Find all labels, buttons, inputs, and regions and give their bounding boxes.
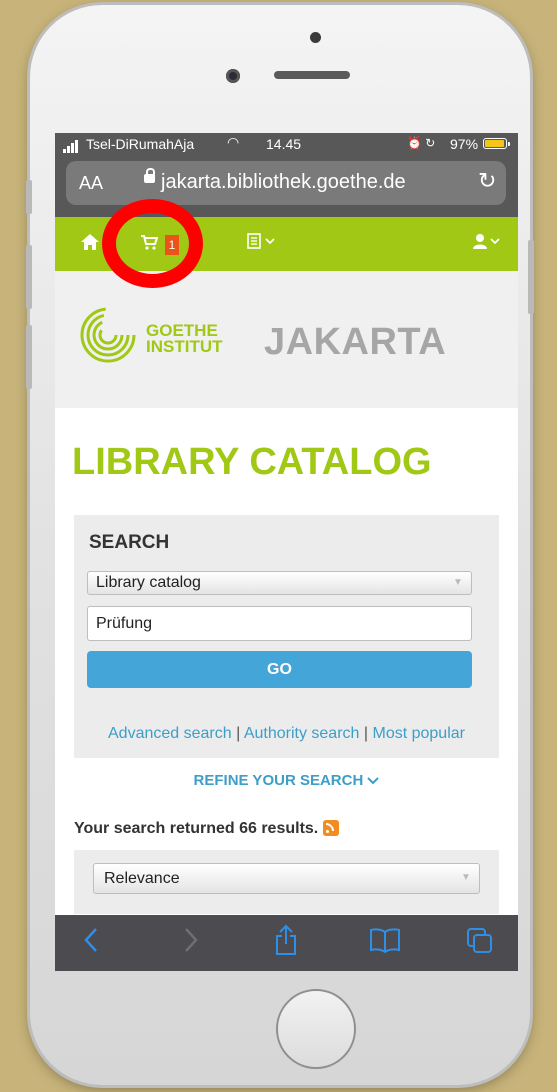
earpiece-speaker — [274, 71, 350, 79]
status-bar: Tsel-DiRumahAja ◠ 14.45 ⏰ ↻ 97% — [55, 133, 518, 155]
battery-percent: 97% — [450, 136, 479, 152]
back-icon[interactable] — [83, 927, 99, 958]
home-button[interactable] — [276, 989, 356, 1069]
sort-value: Relevance — [104, 870, 180, 887]
lists-menu[interactable] — [247, 233, 277, 254]
search-links: Advanced search | Authority search | Mos… — [74, 725, 499, 743]
results-summary: Your search returned 66 results. — [74, 820, 340, 838]
rotation-lock-icon: ↻ — [425, 136, 436, 150]
tabs-icon-shape — [467, 928, 492, 953]
rss-icon[interactable] — [323, 820, 340, 836]
city-name: JAKARTA — [264, 321, 447, 363]
forward-icon[interactable] — [183, 927, 199, 958]
logo-wordmark[interactable]: GOETHE INSTITUT — [146, 322, 223, 356]
forward-icon-shape — [185, 928, 198, 952]
site-header: GOETHE INSTITUT JAKARTA — [55, 271, 518, 408]
clock: 14.45 — [266, 136, 302, 152]
results-count-text: Your search returned 66 results. — [74, 820, 319, 837]
front-camera — [226, 69, 240, 83]
battery-icon — [483, 138, 510, 149]
chevron-down-icon — [367, 777, 380, 785]
most-popular-link[interactable]: Most popular — [372, 725, 465, 742]
page-title: LIBRARY CATALOG — [72, 441, 432, 483]
wifi-icon: ◠ — [227, 134, 240, 150]
refine-label: REFINE YOUR SEARCH — [193, 772, 364, 789]
alarm-icon: ⏰ — [407, 136, 422, 150]
sort-panel: Relevance ▼ — [74, 850, 499, 914]
home-icon-shape — [81, 234, 99, 250]
link-separator: | — [236, 725, 241, 742]
share-icon[interactable] — [274, 924, 298, 961]
power-button — [528, 240, 534, 314]
search-input[interactable] — [87, 606, 472, 641]
address-bar[interactable]: AA jakarta.bibliothek.goethe.de ↻ — [66, 161, 506, 205]
search-scope-select[interactable]: Library catalog ▼ — [87, 571, 472, 595]
sensor-dot — [310, 32, 321, 43]
chevron-down-icon: ▼ — [453, 577, 463, 588]
annotation-circle — [102, 199, 203, 288]
user-icon — [473, 234, 500, 249]
back-icon-shape — [84, 928, 97, 952]
url-text[interactable]: jakarta.bibliothek.goethe.de — [161, 171, 406, 194]
search-heading: SEARCH — [89, 532, 170, 553]
bookmarks-icon-shape — [370, 928, 400, 954]
home-icon[interactable] — [80, 233, 100, 257]
go-button[interactable]: GO — [87, 651, 472, 688]
silent-switch — [26, 180, 32, 214]
link-separator: | — [363, 725, 369, 742]
authority-search-link[interactable]: Authority search — [244, 725, 360, 742]
bookmarks-icon[interactable] — [369, 927, 401, 958]
volume-down-button — [26, 325, 32, 389]
text-size-button[interactable]: AA — [79, 173, 103, 194]
search-panel: SEARCH Library catalog ▼ GO Advanced sea… — [74, 515, 499, 758]
volume-up-button — [26, 245, 32, 309]
refine-search-toggle[interactable]: REFINE YOUR SEARCH — [55, 772, 518, 789]
share-icon-shape — [276, 924, 296, 955]
logo-line-2: INSTITUT — [146, 337, 223, 356]
screen: Tsel-DiRumahAja ◠ 14.45 ⏰ ↻ 97% AA jakar… — [55, 133, 518, 971]
goethe-logo-icon[interactable] — [80, 307, 136, 363]
tabs-icon[interactable] — [466, 927, 494, 960]
chevron-down-icon: ▼ — [461, 872, 471, 883]
user-menu[interactable] — [473, 233, 503, 254]
signal-icon — [63, 137, 79, 153]
browser-toolbar — [55, 915, 518, 971]
sort-select[interactable]: Relevance ▼ — [93, 863, 480, 894]
search-scope-value: Library catalog — [96, 574, 201, 591]
lists-icon — [247, 233, 275, 249]
carrier-name: Tsel-DiRumahAja — [86, 136, 195, 152]
reload-icon[interactable]: ↻ — [478, 168, 496, 194]
advanced-search-link[interactable]: Advanced search — [108, 725, 232, 742]
lock-icon — [144, 168, 155, 183]
